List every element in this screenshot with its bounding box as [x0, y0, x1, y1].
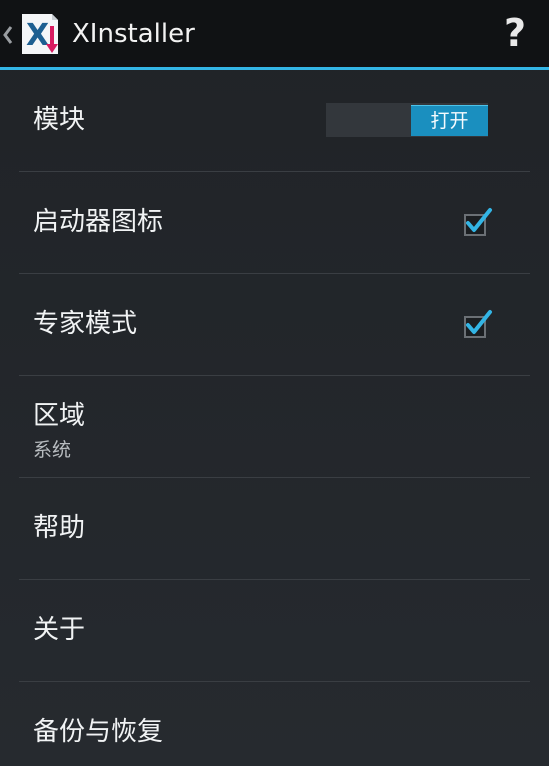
setting-about[interactable]: 关于 — [19, 580, 530, 682]
setting-summary: 系统 — [33, 439, 72, 461]
action-bar: X XInstaller ? — [0, 0, 549, 70]
setting-backup-restore[interactable]: 备份与恢复 — [19, 682, 530, 766]
chevron-left-icon[interactable] — [2, 20, 14, 50]
question-mark-icon: ? — [503, 11, 527, 55]
setting-launcher-icon[interactable]: 启动器图标 — [19, 172, 530, 274]
setting-title: 关于 — [33, 615, 86, 645]
setting-title: 帮助 — [33, 513, 86, 543]
xinstaller-app-icon[interactable]: X — [16, 10, 64, 58]
setting-title: 专家模式 — [33, 309, 138, 339]
module-switch[interactable]: 打开 — [326, 103, 488, 137]
switch-on-label: 打开 — [411, 105, 488, 136]
app-icon-letter: X — [26, 18, 49, 53]
settings-screen: X XInstaller ? 模块 打开 启动器图标 专家模式 区域 系统 帮助… — [0, 0, 549, 766]
settings-list: 模块 打开 启动器图标 专家模式 区域 系统 帮助 关于 备份与恢复 — [0, 70, 549, 766]
setting-locale[interactable]: 区域 系统 — [19, 376, 530, 478]
setting-title: 备份与恢复 — [33, 717, 164, 747]
help-button[interactable]: ? — [490, 6, 540, 60]
setting-title: 区域 — [33, 401, 86, 431]
checkmark-icon[interactable] — [462, 206, 494, 238]
checkmark-icon[interactable] — [462, 308, 494, 340]
setting-expert-mode[interactable]: 专家模式 — [19, 274, 530, 376]
setting-title: 模块 — [33, 105, 86, 135]
setting-title: 启动器图标 — [33, 207, 164, 237]
setting-module[interactable]: 模块 打开 — [19, 70, 530, 172]
app-title: XInstaller — [72, 19, 195, 49]
setting-help[interactable]: 帮助 — [19, 478, 530, 580]
